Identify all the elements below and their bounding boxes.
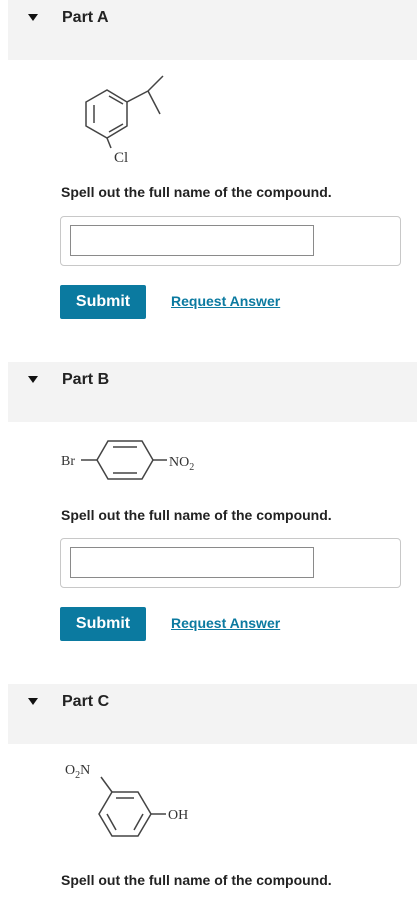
bromine-label: Br — [61, 454, 75, 469]
nitro-n-label: N — [80, 763, 90, 778]
collapse-triangle-icon[interactable] — [28, 376, 38, 383]
nitro-subscript: 2 — [189, 462, 194, 473]
part-a-answer-box — [60, 216, 401, 266]
hydroxyl-label: OH — [168, 808, 188, 823]
part-a-request-answer-link[interactable]: Request Answer — [171, 293, 280, 309]
part-b-submit-button[interactable]: Submit — [60, 607, 146, 641]
svg-text:NO2: NO2 — [169, 455, 194, 473]
part-b-request-answer-link[interactable]: Request Answer — [171, 615, 280, 631]
part-b-answer-input[interactable] — [70, 547, 314, 578]
nitro-label: NO — [169, 455, 189, 470]
part-a-answer-input[interactable] — [70, 225, 314, 256]
svg-text:O2N: O2N — [65, 763, 90, 781]
part-a-title: Part A — [62, 9, 109, 26]
part-c-title: Part C — [62, 693, 110, 710]
part-b-title: Part B — [62, 371, 110, 388]
part-c-header[interactable]: Part C — [8, 684, 417, 744]
part-c-prompt: Spell out the full name of the compound. — [61, 872, 332, 888]
collapse-triangle-icon[interactable] — [28, 698, 38, 705]
part-b-header[interactable]: Part B — [8, 362, 417, 422]
part-a-prompt: Spell out the full name of the compound. — [61, 184, 332, 200]
part-b-structure: Br NO2 — [61, 440, 194, 480]
part-a-header[interactable]: Part A — [8, 0, 417, 60]
part-a-structure: Cl — [85, 75, 164, 166]
nitro-o-label: O — [65, 763, 75, 778]
part-b-answer-box — [60, 538, 401, 588]
collapse-triangle-icon[interactable] — [28, 14, 38, 21]
part-a-submit-button[interactable]: Submit — [60, 285, 146, 319]
part-c-structure: O2N OH — [65, 763, 188, 837]
part-b-prompt: Spell out the full name of the compound. — [61, 507, 332, 523]
chlorine-label: Cl — [114, 150, 128, 166]
